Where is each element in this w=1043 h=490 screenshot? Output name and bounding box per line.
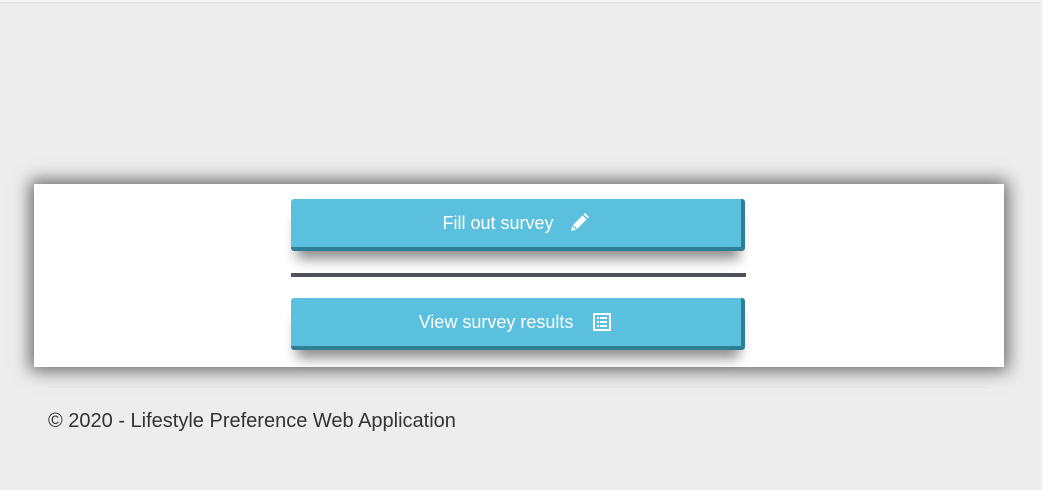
pencil-icon — [568, 212, 590, 234]
fill-out-survey-label: Fill out survey — [442, 212, 554, 233]
view-survey-results-button[interactable]: View survey results — [291, 298, 745, 350]
top-border — [0, 0, 1043, 3]
survey-actions-panel: Fill out survey View survey results — [34, 184, 1004, 367]
list-icon — [591, 311, 613, 333]
footer-copyright: © 2020 - Lifestyle Preference Web Applic… — [48, 410, 456, 432]
view-survey-results-label: View survey results — [418, 311, 574, 332]
section-divider — [291, 273, 746, 277]
footer-divider — [48, 387, 986, 388]
fill-out-survey-button[interactable]: Fill out survey — [291, 199, 745, 251]
